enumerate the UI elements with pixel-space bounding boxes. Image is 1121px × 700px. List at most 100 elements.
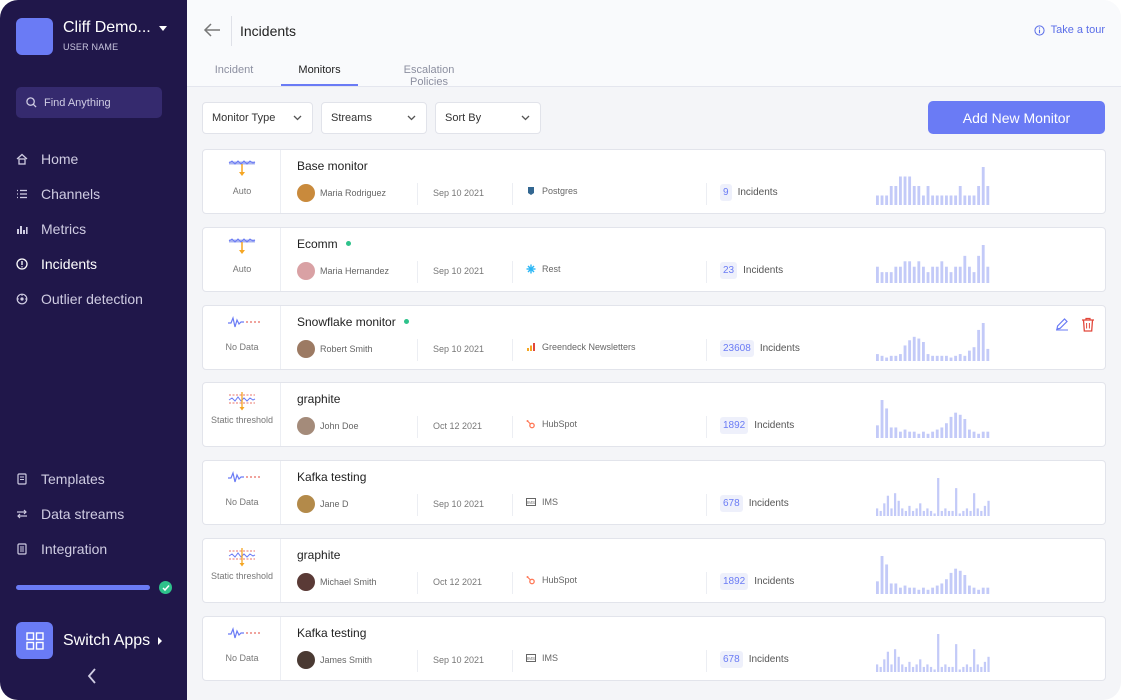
- monitor-card[interactable]: No Data Kafka testing Jane D Sep 10 2021…: [202, 460, 1106, 526]
- switch-apps-button[interactable]: Switch Apps: [16, 622, 163, 659]
- sparkline-bar: [885, 408, 889, 439]
- sparkline-bar: [947, 666, 951, 672]
- sparkline-bar: [940, 666, 943, 672]
- sparkline-bar: [908, 506, 911, 517]
- divider: [512, 183, 513, 205]
- monitor-card[interactable]: No Data Snowflake monitor Robert Smith S…: [202, 304, 1106, 370]
- monitor-name[interactable]: Snowflake monitor: [297, 315, 396, 329]
- sparkline-bar: [935, 195, 939, 205]
- sparkline-bar: [986, 348, 990, 361]
- monitor-name[interactable]: graphite: [297, 548, 340, 562]
- back-arrow-icon[interactable]: [203, 22, 221, 43]
- incidents-label: Incidents: [754, 420, 795, 432]
- tab-monitors[interactable]: Monitors: [281, 56, 358, 86]
- sparkline-bar: [901, 664, 904, 672]
- status-online-dot: [345, 241, 351, 247]
- source-name: Rest: [542, 263, 561, 274]
- monitor-name[interactable]: Ecomm: [297, 237, 338, 251]
- monitor-name[interactable]: Kafka testing: [297, 470, 366, 484]
- sparkline-bar: [945, 355, 948, 361]
- sidebar-item-templates[interactable]: Templates: [16, 461, 124, 496]
- sparkline-bar: [886, 651, 890, 672]
- take-tour-link[interactable]: Take a tour: [1033, 24, 1105, 36]
- monitor-type-label: Auto: [232, 186, 252, 196]
- search-input[interactable]: Find Anything: [16, 87, 162, 118]
- sparkline-bar: [926, 508, 929, 517]
- divider: [512, 572, 513, 594]
- sparkline-bar: [937, 478, 940, 517]
- sparkline-bar: [968, 350, 971, 361]
- sidebar-item-data-streams[interactable]: Data streams: [16, 496, 124, 531]
- home-icon: [16, 153, 28, 165]
- streams-dropdown[interactable]: Streams: [321, 102, 427, 134]
- sparkline-bar: [963, 419, 967, 439]
- owner-name: Robert Smith: [320, 343, 373, 354]
- monitor-name[interactable]: Kafka testing: [297, 626, 366, 640]
- divider: [512, 338, 513, 361]
- sidebar-item-channels[interactable]: Channels: [16, 176, 143, 211]
- sidebar-item-integration[interactable]: Integration: [16, 531, 124, 566]
- incidents-label: Incidents: [754, 576, 795, 587]
- sparkline-bar: [908, 587, 912, 594]
- sparkline-bar: [949, 195, 953, 205]
- sparkline-bar: [889, 427, 893, 439]
- avatar: [297, 417, 315, 436]
- sidebar-item-incidents[interactable]: Incidents: [16, 246, 143, 281]
- sparkline-bar: [903, 345, 907, 361]
- sparkline-bar: [922, 666, 925, 672]
- sidebar-item-label: Integration: [41, 540, 108, 557]
- monitor-type-label: Auto: [232, 263, 252, 274]
- sparkline-bar: [949, 417, 953, 439]
- incident-sparkline: [876, 244, 990, 283]
- monitor-type-box: Static threshold: [203, 383, 281, 447]
- sidebar-item-metrics[interactable]: Metrics: [16, 211, 143, 246]
- divider: [706, 649, 707, 672]
- monitor-card[interactable]: Auto Base monitor Maria Rodriguez Sep 10…: [202, 149, 1106, 214]
- collapse-sidebar-icon[interactable]: [86, 667, 98, 690]
- sparkline-bar: [904, 511, 907, 517]
- sparkline-bar: [940, 427, 944, 439]
- workspace-logo: [16, 18, 53, 55]
- delete-trash-icon[interactable]: [1081, 317, 1095, 337]
- sparkline-bar: [926, 186, 930, 205]
- monitor-card[interactable]: Static threshold graphite John Doe Oct 1…: [202, 382, 1106, 448]
- sparkline-bar: [962, 511, 965, 517]
- monitor-card[interactable]: Static threshold graphite Michael Smith …: [202, 538, 1106, 603]
- sparkline-bar: [965, 508, 969, 517]
- incidents-label: Incidents: [737, 187, 778, 198]
- sparkline-bar: [977, 589, 981, 594]
- add-new-monitor-button[interactable]: Add New Monitor: [928, 101, 1105, 134]
- monitor-card[interactable]: No Data Kafka testing James Smith Sep 10…: [202, 615, 1106, 681]
- owner-name: Maria Hernandez: [320, 265, 390, 276]
- sparkline-bar: [958, 570, 962, 594]
- sparkline-bar: [931, 355, 935, 361]
- sparkline-bar: [981, 587, 985, 594]
- sparkline-bar: [922, 195, 925, 205]
- hubspot-icon: [526, 419, 536, 429]
- sparkline-bar: [912, 266, 916, 283]
- sparkline-bar: [963, 575, 967, 594]
- sparkline-bar: [926, 271, 930, 283]
- avatar: [297, 339, 315, 358]
- sparkline-bar: [908, 176, 912, 205]
- monitor-name[interactable]: graphite: [297, 392, 340, 406]
- divider: [417, 183, 418, 205]
- tab-escalation-policies[interactable]: Escalation Policies: [384, 56, 474, 88]
- sparkline-bar: [917, 434, 921, 439]
- monitor-name[interactable]: Base monitor: [297, 159, 368, 173]
- sidebar-item-home[interactable]: Home: [16, 141, 143, 176]
- monitor-date: Oct 12 2021: [433, 421, 483, 432]
- monitor-card[interactable]: Auto Ecomm Maria Hernandez Sep 10 2021 R…: [202, 226, 1106, 292]
- tab-incident[interactable]: Incident: [214, 56, 254, 86]
- sparkline-bar: [922, 341, 925, 361]
- page-title: Incidents: [240, 23, 297, 39]
- switch-apps-label: Switch Apps: [63, 631, 151, 649]
- sparkline-bar: [880, 400, 884, 439]
- sort-by-dropdown[interactable]: Sort By: [435, 102, 541, 134]
- workspace-switcher[interactable]: Cliff Demo... USER NAME: [16, 18, 167, 55]
- sparkline-bar: [940, 511, 943, 517]
- edit-pencil-icon[interactable]: [1055, 317, 1069, 337]
- sparkline-bar: [886, 495, 890, 517]
- sidebar-item-outlier-detection[interactable]: Outlier detection: [16, 281, 143, 316]
- monitor-type-dropdown[interactable]: Monitor Type: [202, 102, 313, 134]
